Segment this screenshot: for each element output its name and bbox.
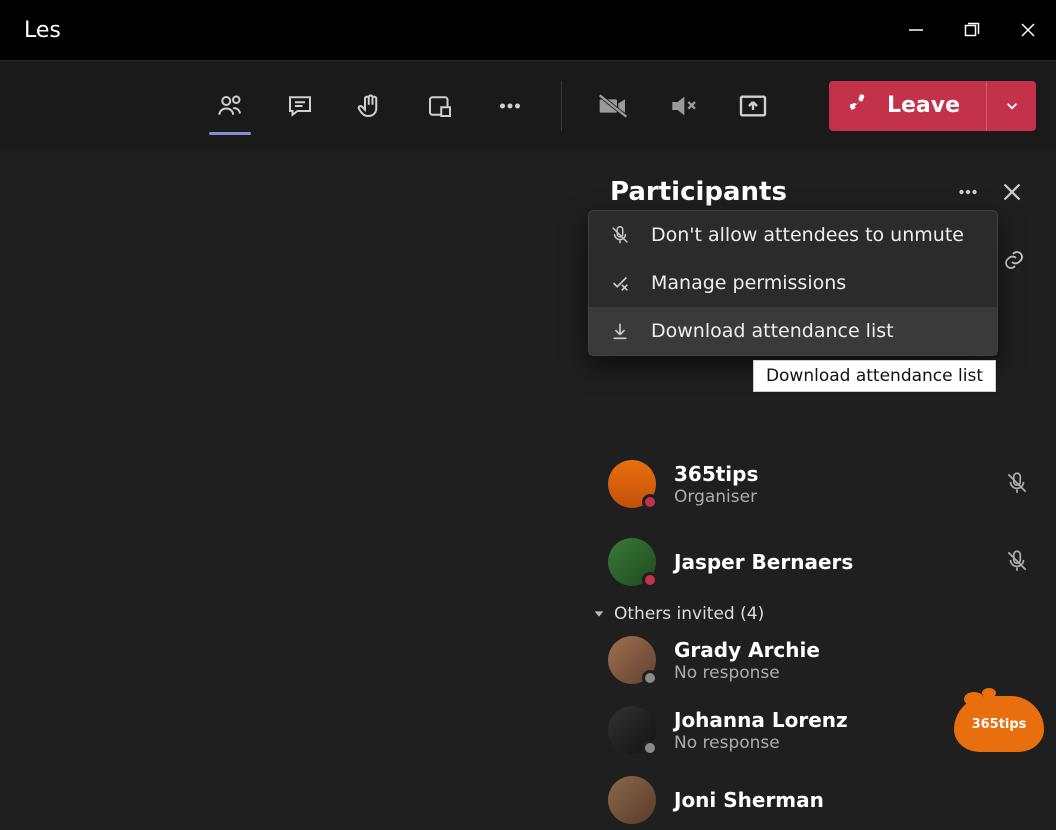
maximize-button[interactable] [944,0,1000,60]
leave-dropdown-button[interactable] [986,81,1036,131]
rooms-button[interactable] [405,71,475,141]
section-header-others-invited[interactable]: Others invited (4) [584,592,1056,630]
participant-row[interactable]: Jasper Bernaers [584,532,1056,592]
panel-title: Participants [610,177,787,207]
participants-options-menu: Don't allow attendees to unmute Manage p… [588,210,998,356]
watermark-text: 365tips [972,717,1027,732]
window-controls [888,0,1056,60]
avatar [608,538,656,586]
hand-icon [355,91,385,121]
participant-row[interactable]: Grady Archie No response [584,630,1056,690]
presence-offline-icon [642,670,658,686]
menu-item-download-attendance[interactable]: Download attendance list [589,307,997,355]
avatar [608,776,656,824]
toolbar-separator [561,81,562,131]
minimize-button[interactable] [888,0,944,60]
watermark-logo: 365tips [954,696,1044,752]
titlebar: Les [0,0,1056,60]
participant-mic-button[interactable] [1004,548,1032,576]
mic-button[interactable] [648,71,718,141]
presence-offline-icon [642,740,658,756]
link-icon [1002,248,1026,272]
participant-status: No response [674,663,1032,683]
hangup-icon [847,93,873,119]
participant-row[interactable]: 365tips Organiser [584,454,1056,514]
share-button[interactable] [718,71,788,141]
raise-hand-button[interactable] [335,71,405,141]
rooms-icon [425,91,455,121]
tooltip: Download attendance list [753,360,996,392]
panel-close-button[interactable] [990,170,1034,214]
window-title: Les [24,18,61,43]
ellipsis-icon [955,179,981,205]
camera-off-icon [597,90,629,122]
participant-name: Grady Archie [674,638,1032,662]
presence-busy-icon [642,494,658,510]
participant-name: Joni Sherman [674,788,1032,812]
close-icon [1002,182,1022,202]
download-icon [609,320,631,342]
menu-item-manage-permissions[interactable]: Manage permissions [589,259,997,307]
share-invite-button[interactable] [992,238,1036,282]
participant-mic-button[interactable] [1004,470,1032,498]
participant-name: Jasper Bernaers [674,550,986,574]
participant-row[interactable]: Joni Sherman [584,770,1056,830]
chevron-down-icon [1003,97,1021,115]
close-button[interactable] [1000,0,1056,60]
participant-info: Jasper Bernaers [674,550,986,574]
permissions-icon [609,272,631,294]
close-icon [1020,22,1036,38]
mic-off-icon [1004,548,1030,574]
participant-info: Grady Archie No response [674,638,1032,683]
participant-info: 365tips Organiser [674,462,986,507]
speaker-off-icon [667,90,699,122]
leave-button[interactable]: Leave [829,81,986,131]
avatar [608,706,656,754]
chat-icon [285,91,315,121]
menu-item-label: Don't allow attendees to unmute [651,224,964,246]
menu-item-label: Download attendance list [651,320,894,342]
participants-button[interactable] [195,71,265,141]
presence-busy-icon [642,572,658,588]
participant-info: Joni Sherman [674,788,1032,812]
menu-item-mute-attendees[interactable]: Don't allow attendees to unmute [589,211,997,259]
participant-role: Organiser [674,487,986,507]
camera-button[interactable] [578,71,648,141]
minimize-icon [908,22,924,38]
share-screen-icon [737,90,769,122]
leave-label: Leave [887,93,960,118]
leave-group: Leave [829,81,1036,131]
meeting-toolbar: Leave [0,60,1056,150]
avatar [608,460,656,508]
avatar [608,636,656,684]
maximize-icon [964,22,980,38]
participant-name: 365tips [674,462,986,486]
main-area: Participants Don't allow attendees to un… [0,150,1056,788]
people-icon [215,91,245,121]
section-label: Others invited (4) [614,604,764,624]
mic-off-icon [609,224,631,246]
video-stage [0,150,584,788]
more-actions-button[interactable] [475,71,545,141]
caret-down-icon [592,607,606,621]
panel-more-button[interactable] [946,170,990,214]
menu-item-label: Manage permissions [651,272,846,294]
chat-button[interactable] [265,71,335,141]
mic-off-icon [1004,470,1030,496]
ellipsis-icon [495,91,525,121]
